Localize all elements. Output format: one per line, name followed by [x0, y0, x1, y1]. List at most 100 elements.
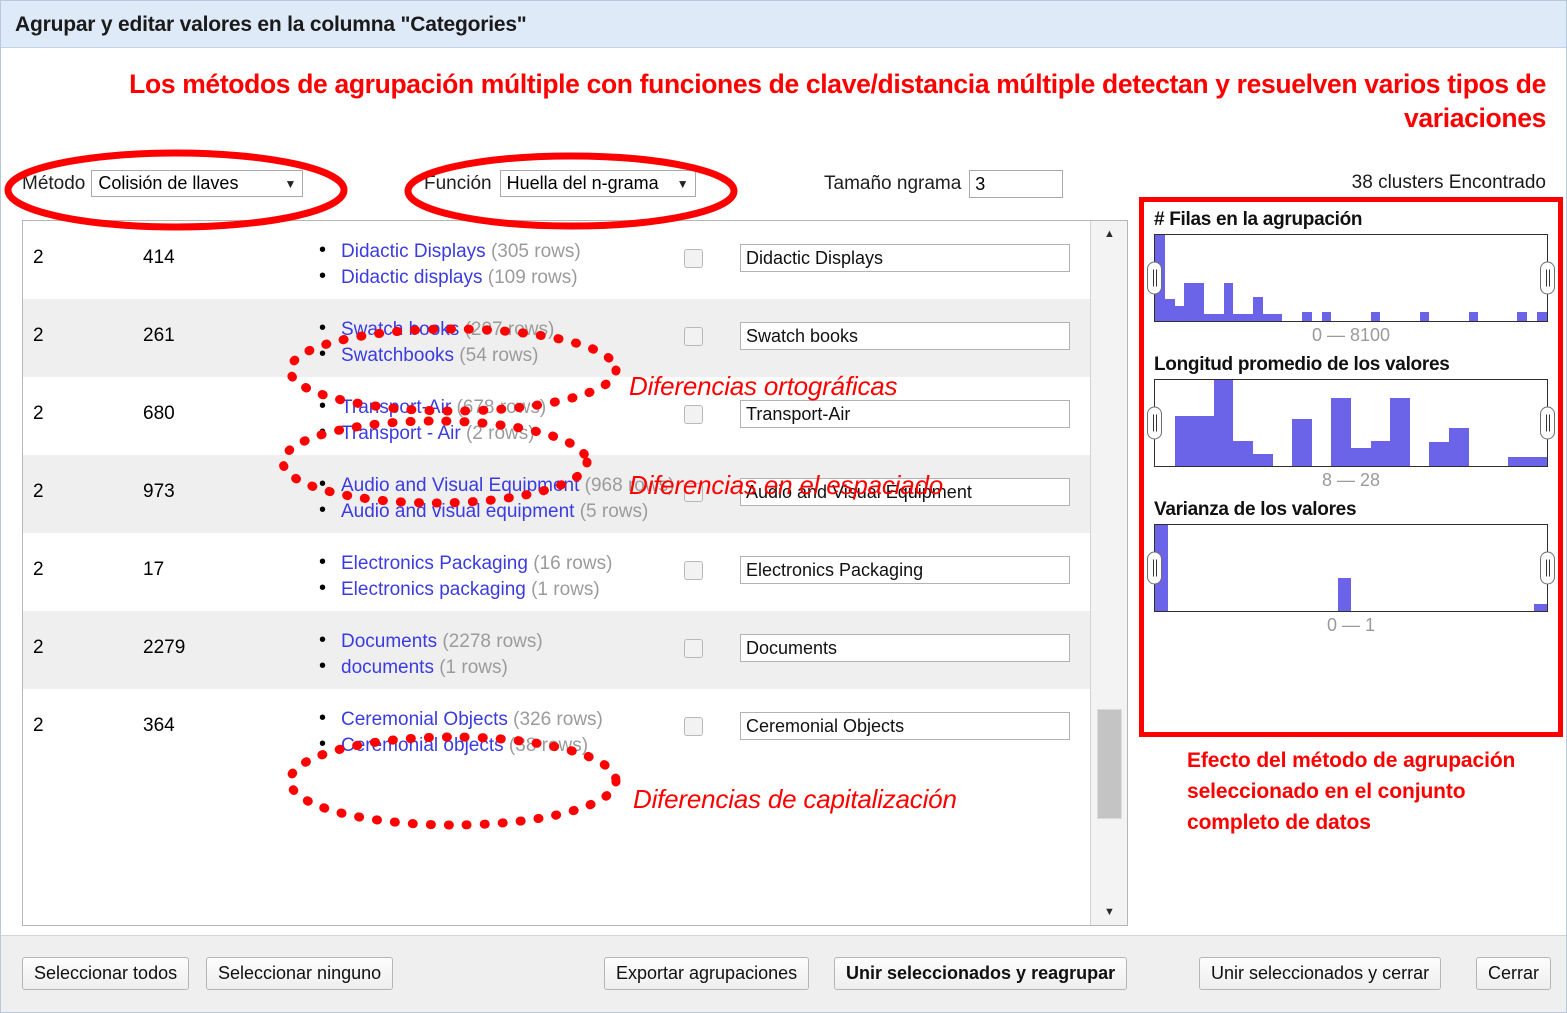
- histogram-bar: [1214, 314, 1224, 321]
- cluster-list-scrollbar[interactable]: ▲ ▼: [1090, 221, 1127, 925]
- select-none-button[interactable]: Seleccionar ninguno: [206, 957, 393, 990]
- facet-range-label: 0 — 1: [1154, 612, 1548, 640]
- cluster-checkbox[interactable]: [684, 327, 703, 346]
- list-item: Ceremonial Objects (326 rows): [313, 707, 678, 732]
- scrollbar-thumb[interactable]: [1097, 709, 1122, 819]
- list-item: Ceremonial objects (38 rows): [313, 733, 678, 758]
- histogram-bar: [1338, 578, 1351, 611]
- range-handle-left[interactable]: [1147, 552, 1162, 585]
- cluster-checkbox[interactable]: [684, 405, 703, 424]
- cluster-new-value-text: Didactic Displays: [746, 248, 883, 269]
- facet-range-label: 0 — 8100: [1154, 322, 1548, 350]
- cluster-rows-container: 2414Didactic Displays (305 rows)Didactic…: [23, 221, 1090, 925]
- cluster-value-count: (2278 rows): [442, 631, 542, 652]
- cluster-new-value-input[interactable]: Swatch books: [740, 322, 1070, 350]
- export-clusters-button[interactable]: Exportar agrupaciones: [604, 957, 809, 990]
- cluster-value-link[interactable]: Electronics packaging: [341, 579, 526, 600]
- range-handle-left[interactable]: [1147, 407, 1162, 440]
- select-all-button[interactable]: Seleccionar todos: [22, 957, 189, 990]
- range-handle-right[interactable]: [1540, 262, 1555, 295]
- cluster-value-link[interactable]: Transport - Air: [341, 423, 461, 444]
- table-row: 22279Documents (2278 rows)documents (1 r…: [23, 611, 1090, 689]
- scroll-up-arrow-icon[interactable]: ▲: [1091, 221, 1128, 247]
- chevron-down-icon: ▼: [284, 178, 296, 190]
- cluster-value-count: (5 rows): [580, 501, 649, 522]
- cluster-new-value-input[interactable]: Audio and Visual Equipment: [740, 478, 1070, 506]
- cluster-new-value-input[interactable]: Ceremonial Objects: [740, 712, 1070, 740]
- list-item: Electronics Packaging (16 rows): [313, 551, 678, 576]
- cluster-checkbox[interactable]: [684, 483, 703, 502]
- cluster-new-value-input[interactable]: Didactic Displays: [740, 244, 1070, 272]
- range-handle-right[interactable]: [1540, 552, 1555, 585]
- histogram-bar: [1214, 380, 1234, 466]
- ngram-size-input[interactable]: 3: [969, 170, 1063, 198]
- cluster-value-link[interactable]: Documents: [341, 631, 437, 652]
- cluster-value-count: (2 rows): [466, 423, 535, 444]
- cluster-values: Electronics Packaging (16 rows)Electroni…: [313, 541, 684, 603]
- cluster-value-link[interactable]: Audio and Visual Equipment: [341, 475, 579, 496]
- range-handle-right[interactable]: [1540, 407, 1555, 440]
- cluster-checkbox-cell: [684, 541, 740, 580]
- cluster-edit-cell: Electronics Packaging: [740, 541, 1090, 584]
- cluster-edit-cell: Didactic Displays: [740, 229, 1090, 272]
- range-handle-left[interactable]: [1147, 262, 1162, 295]
- cluster-value-link[interactable]: Ceremonial objects: [341, 735, 504, 756]
- cluster-value-link[interactable]: Ceremonial Objects: [341, 709, 508, 730]
- cluster-row-count: 364: [143, 697, 313, 737]
- cluster-new-value-input[interactable]: Transport-Air: [740, 400, 1070, 428]
- cluster-row-count: 680: [143, 385, 313, 425]
- cluster-new-value-input[interactable]: Electronics Packaging: [740, 556, 1070, 584]
- scroll-down-arrow-icon[interactable]: ▼: [1091, 899, 1128, 925]
- cluster-value-link[interactable]: Electronics Packaging: [341, 553, 528, 574]
- function-select-value: Huella del n-grama: [507, 173, 659, 194]
- cluster-edit-cell: Transport-Air: [740, 385, 1090, 428]
- cluster-size: 2: [23, 307, 143, 347]
- cluster-value-link[interactable]: Didactic Displays: [341, 241, 486, 262]
- cluster-values: Documents (2278 rows)documents (1 rows): [313, 619, 684, 681]
- dialog-button-bar: Seleccionar todos Seleccionar ninguno Ex…: [1, 935, 1566, 1012]
- histogram-bar: [1233, 441, 1253, 466]
- cluster-values: Audio and Visual Equipment (968 rows)Aud…: [313, 463, 684, 525]
- cluster-value-link[interactable]: Audio and visual equipment: [341, 501, 574, 522]
- histogram-bar: [1429, 442, 1449, 466]
- histogram-bar: [1371, 312, 1381, 321]
- histogram-average-length[interactable]: [1154, 379, 1548, 467]
- close-button[interactable]: Cerrar: [1476, 957, 1551, 990]
- histogram-bar: [1517, 312, 1527, 321]
- cluster-value-link[interactable]: Didactic displays: [341, 267, 483, 288]
- cluster-checkbox[interactable]: [684, 639, 703, 658]
- list-item: Audio and Visual Equipment (968 rows): [313, 473, 678, 498]
- histogram-rows-in-cluster[interactable]: [1154, 234, 1548, 322]
- cluster-edit-cell: Ceremonial Objects: [740, 697, 1090, 740]
- facet-panel: # Filas en la agrupación 0 — 8100 Longit…: [1139, 197, 1563, 737]
- histogram-bar: [1184, 283, 1194, 321]
- cluster-value-link[interactable]: Swatchbooks: [341, 345, 454, 366]
- cluster-checkbox[interactable]: [684, 717, 703, 736]
- cluster-value-count: (109 rows): [488, 267, 578, 288]
- ngram-control: Tamaño ngrama 3: [824, 170, 1063, 198]
- cluster-checkbox[interactable]: [684, 561, 703, 580]
- list-item: Transport-Air (678 rows): [313, 395, 678, 420]
- cluster-checkbox[interactable]: [684, 249, 703, 268]
- cluster-value-count: (968 rows): [585, 475, 675, 496]
- table-row: 217Electronics Packaging (16 rows)Electr…: [23, 533, 1090, 611]
- histogram-bars: [1155, 235, 1547, 321]
- facet-average-length: Longitud promedio de los valores 8 — 28: [1154, 354, 1548, 495]
- cluster-value-link[interactable]: documents: [341, 657, 434, 678]
- method-select[interactable]: Colisión de llaves ▼: [91, 170, 303, 197]
- cluster-value-count: (207 rows): [465, 319, 555, 340]
- merge-close-button[interactable]: Unir seleccionados y cerrar: [1199, 957, 1441, 990]
- cluster-value-link[interactable]: Transport-Air: [341, 397, 451, 418]
- cluster-new-value-input[interactable]: Documents: [740, 634, 1070, 662]
- method-select-value: Colisión de llaves: [98, 173, 238, 194]
- cluster-row-count: 2279: [143, 619, 313, 659]
- cluster-value-link[interactable]: Swatch books: [341, 319, 459, 340]
- histogram-bar: [1469, 312, 1479, 321]
- function-select[interactable]: Huella del n-grama ▼: [500, 170, 696, 197]
- facet-title: Varianza de los valores: [1154, 499, 1548, 521]
- histogram-variance[interactable]: [1154, 524, 1548, 612]
- cluster-edit-cell: Swatch books: [740, 307, 1090, 350]
- merge-recluster-button[interactable]: Unir seleccionados y reagrupar: [834, 957, 1127, 990]
- histogram-bar: [1527, 457, 1547, 466]
- histogram-bar: [1253, 297, 1263, 321]
